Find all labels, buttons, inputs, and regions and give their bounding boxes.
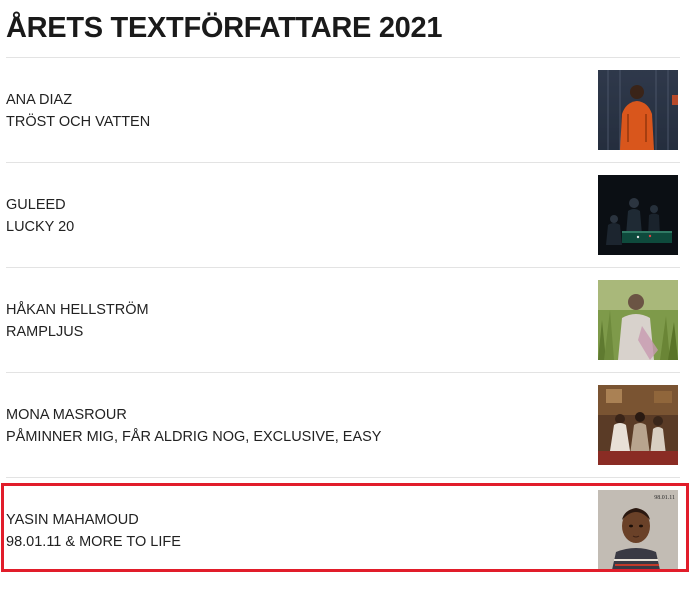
- album-cover-child-portrait-icon[interactable]: 98.01.11: [598, 490, 678, 570]
- cover-art: [598, 280, 678, 360]
- page-title: ÅRETS TEXTFÖRFATTARE 2021: [6, 12, 443, 44]
- song-title[interactable]: TRÖST OCH VATTEN: [6, 111, 150, 133]
- cover-art: [598, 175, 678, 255]
- artist-name[interactable]: ANA DIAZ: [6, 89, 150, 111]
- song-title[interactable]: LUCKY 20: [6, 216, 74, 238]
- song-title[interactable]: PÅMINNER MIG, FÅR ALDRIG NOG, EXCLUSIVE,…: [6, 426, 381, 448]
- artist-name[interactable]: MONA MASROUR: [6, 404, 381, 426]
- nominee-row-hakan-hellstrom[interactable]: HÅKAN HELLSTRÖM RAMPLJUS: [6, 268, 680, 373]
- nominee-row-yasin-mahamoud[interactable]: YASIN MAHAMOUD 98.01.11 & MORE TO LIFE 9…: [6, 478, 680, 583]
- nominee-row-guleed[interactable]: GULEED LUCKY 20: [6, 163, 680, 268]
- album-cover-grass-portrait-icon[interactable]: [598, 280, 678, 360]
- nominee-text: YASIN MAHAMOUD 98.01.11 & MORE TO LIFE: [6, 509, 181, 553]
- nominee-row-ana-diaz[interactable]: ANA DIAZ TRÖST OCH VATTEN: [6, 58, 680, 163]
- artist-name[interactable]: YASIN MAHAMOUD: [6, 509, 181, 531]
- page: ÅRETS TEXTFÖRFATTARE 2021 ANA DIAZ TRÖST…: [0, 0, 694, 593]
- artist-name[interactable]: GULEED: [6, 194, 74, 216]
- cover-art: 98.01.11: [598, 490, 678, 570]
- nominee-text: GULEED LUCKY 20: [6, 194, 74, 238]
- nominee-text: MONA MASROUR PÅMINNER MIG, FÅR ALDRIG NO…: [6, 404, 381, 448]
- nominee-text: HÅKAN HELLSTRÖM RAMPLJUS: [6, 299, 149, 343]
- nominee-row-mona-masrour[interactable]: MONA MASROUR PÅMINNER MIG, FÅR ALDRIG NO…: [6, 373, 680, 478]
- album-cover-group-photo-icon[interactable]: [598, 385, 678, 465]
- artist-name[interactable]: HÅKAN HELLSTRÖM: [6, 299, 149, 321]
- album-cover-orange-jacket-icon[interactable]: [598, 70, 678, 150]
- album-cover-dark-pool-table-icon[interactable]: [598, 175, 678, 255]
- cover-art: [598, 70, 678, 150]
- song-title[interactable]: 98.01.11 & MORE TO LIFE: [6, 531, 181, 553]
- cover-art: [598, 385, 678, 465]
- nominee-text: ANA DIAZ TRÖST OCH VATTEN: [6, 89, 150, 133]
- cover-text: 98.01.11: [654, 495, 675, 501]
- nominee-list: ANA DIAZ TRÖST OCH VATTEN GULEED LUCKY 2…: [0, 58, 694, 583]
- song-title[interactable]: RAMPLJUS: [6, 321, 149, 343]
